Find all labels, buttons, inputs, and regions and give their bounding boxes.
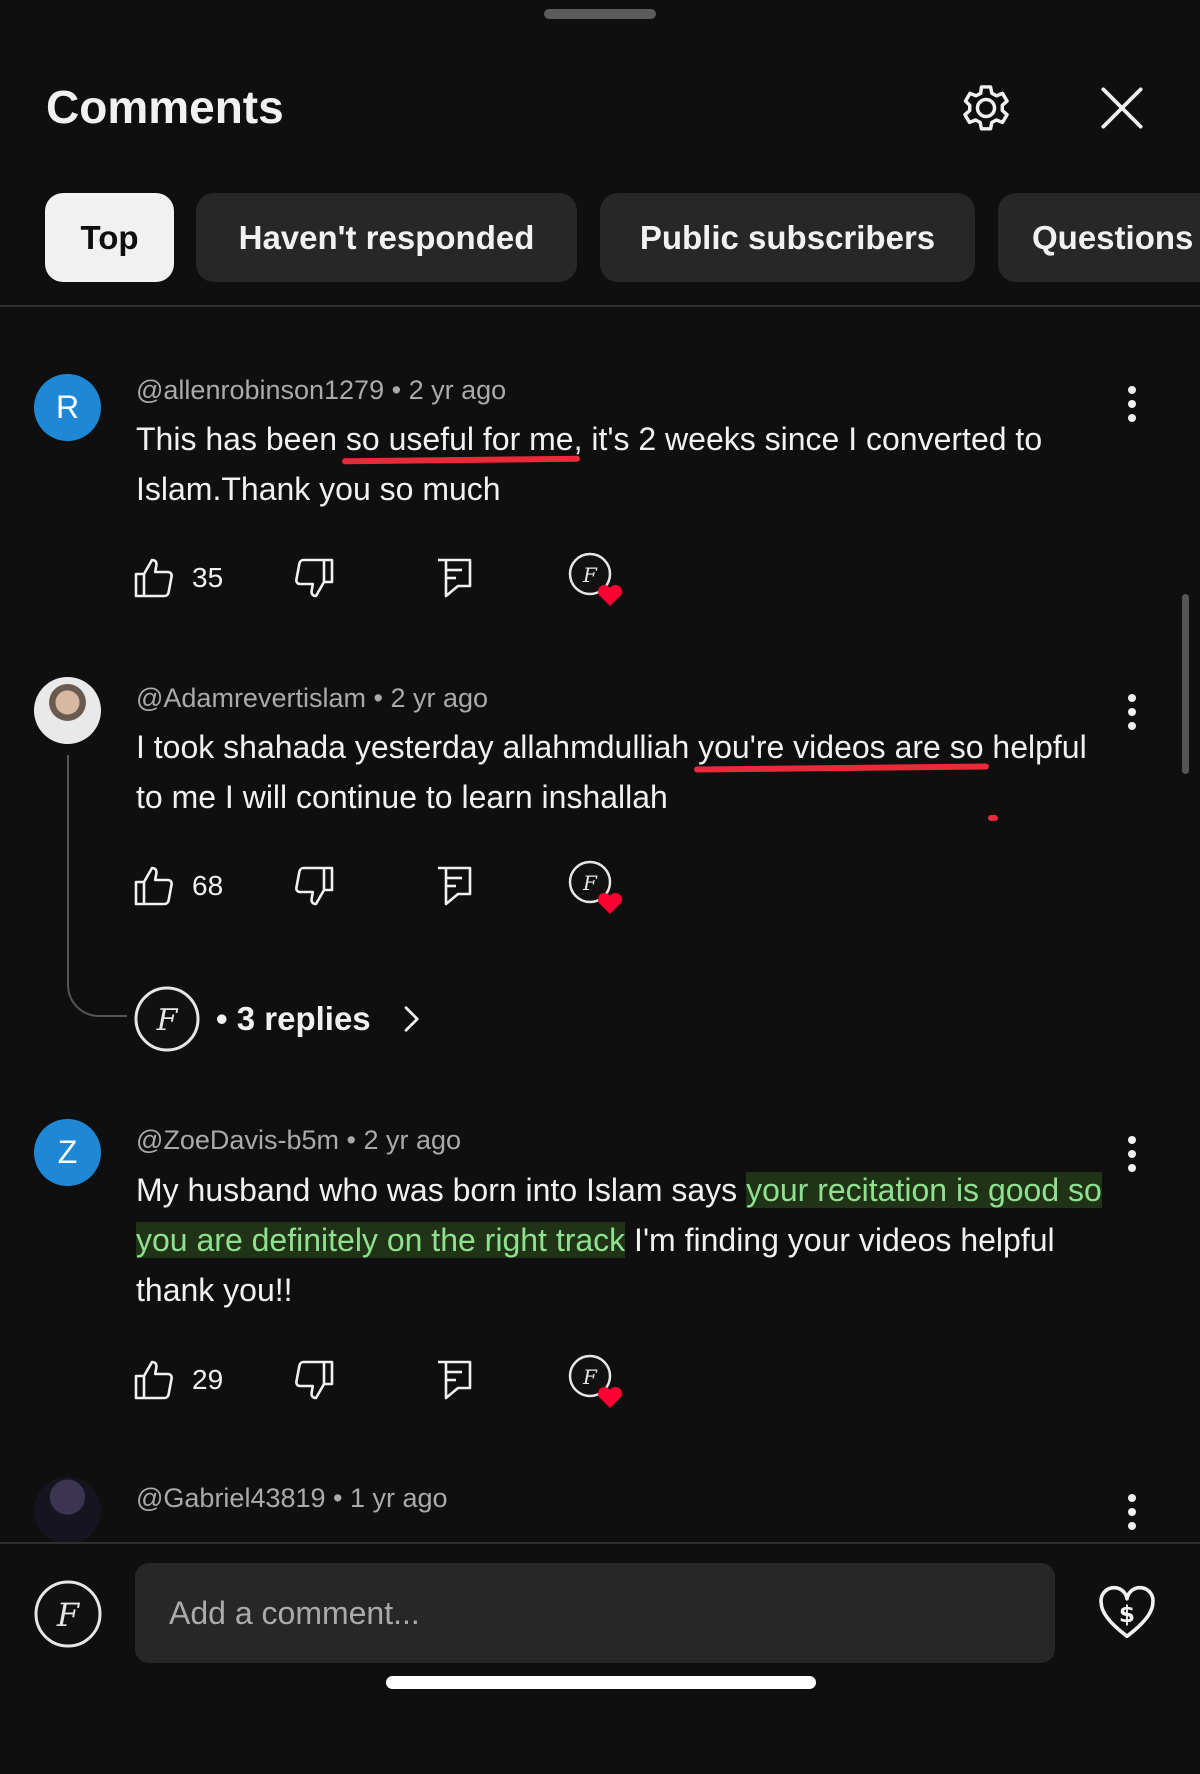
super-thanks-button[interactable]: $ [1096, 1582, 1158, 1644]
comment-actions: 68 F [130, 860, 730, 922]
creator-heart-icon: F [568, 860, 623, 914]
comment-text-part: My husband who was born into Islam says [136, 1172, 738, 1208]
comment-time: 1 yr ago [350, 1483, 448, 1513]
comment-actions: 29 F [130, 1354, 730, 1416]
avatar[interactable]: Z [34, 1119, 101, 1186]
comment-text-part: I will continue to learn inshallah [224, 779, 668, 815]
like-button[interactable] [130, 554, 178, 602]
reply-button[interactable] [430, 862, 478, 910]
comment-composer: F $ [0, 1542, 1200, 1774]
svg-text:F: F [582, 563, 598, 587]
comment-text-part: This has been [136, 421, 338, 457]
comment-author[interactable]: @allenrobinson1279 [136, 375, 384, 405]
comment-time: 2 yr ago [408, 375, 507, 405]
avatar[interactable]: R [34, 374, 101, 441]
dislike-button[interactable] [290, 554, 338, 602]
replies-count: • 3 replies [216, 1000, 371, 1037]
chip-questions[interactable]: Questions [998, 193, 1200, 282]
reply-comment-icon [438, 1360, 472, 1400]
svg-text:F: F [582, 1365, 598, 1389]
meta-separator: • [373, 683, 383, 713]
reply-thread-line [67, 755, 127, 1017]
comment-time: 2 yr ago [390, 683, 489, 713]
comment-meta: @allenrobinson1279 • 2 yr ago [136, 375, 506, 406]
replies-label: 3 replies [236, 1000, 371, 1037]
comment-text: This has been so useful for me, it's 2 w… [136, 414, 1116, 514]
reply-button[interactable] [430, 554, 478, 602]
meta-separator: • [391, 375, 402, 405]
more-vert-icon [1128, 386, 1136, 422]
filter-chips: Top Haven't responded Public subscribers… [0, 193, 1200, 283]
thumbs-up-icon [134, 866, 173, 906]
home-indicator [386, 1676, 816, 1689]
like-count: 68 [192, 870, 224, 901]
close-button[interactable] [1090, 76, 1154, 140]
creator-heart-badge: F [566, 552, 626, 608]
comment-meta: @ZoeDavis-b5m • 2 yr ago [136, 1125, 461, 1156]
comment-author[interactable]: @Adamrevertislam [136, 683, 366, 713]
more-options-button[interactable] [1112, 1128, 1152, 1180]
svg-text:F: F [582, 871, 598, 895]
meta-separator: • [346, 1125, 356, 1155]
header-divider [0, 305, 1200, 307]
like-count: 29 [192, 1364, 224, 1395]
dislike-button[interactable] [290, 1356, 338, 1404]
thumbs-down-icon [295, 558, 334, 598]
reply-comment-icon [438, 866, 472, 906]
thumbs-down-icon [295, 866, 334, 906]
heart-dollar-icon: $ [1099, 1585, 1155, 1639]
dislike-button[interactable] [290, 862, 338, 910]
comment-text: My husband who was born into Islam says … [136, 1165, 1116, 1315]
thumbs-up-icon [134, 558, 173, 598]
chevron-right-icon [404, 1006, 419, 1032]
underlined-text: so useful for me [345, 421, 574, 457]
comment-time: 2 yr ago [363, 1125, 462, 1155]
creator-heart-icon: F [568, 552, 623, 606]
comments-header: Comments [0, 60, 1200, 150]
more-options-button[interactable] [1112, 686, 1152, 738]
creator-heart-icon: F [568, 1354, 623, 1408]
comment-author[interactable]: @ZoeDavis-b5m [136, 1125, 339, 1155]
more-vert-icon [1128, 1136, 1136, 1172]
gear-icon [963, 85, 1009, 131]
avatar[interactable] [34, 1477, 101, 1544]
view-replies-button[interactable]: F • 3 replies [134, 986, 454, 1052]
scrollbar[interactable] [1182, 594, 1189, 774]
comment-text-part: I took shahada yesterday allahmdulliah [136, 729, 690, 765]
creator-heart-badge: F [566, 860, 626, 916]
like-count: 35 [192, 562, 224, 593]
thumbs-up-icon [134, 1360, 173, 1400]
svg-text:$: $ [1119, 1601, 1135, 1628]
sheet-drag-handle[interactable] [544, 9, 656, 19]
more-options-button[interactable] [1112, 1486, 1152, 1538]
user-avatar-icon[interactable]: F [34, 1580, 102, 1648]
like-button[interactable] [130, 862, 178, 910]
chip-havent-responded[interactable]: Haven't responded [196, 193, 577, 282]
comment-meta: @Gabriel43819 • 1 yr ago [136, 1483, 448, 1514]
thumbs-down-icon [295, 1360, 334, 1400]
reply-button[interactable] [430, 1356, 478, 1404]
comment-input[interactable] [135, 1563, 1055, 1663]
creator-avatar-icon: F [134, 986, 200, 1052]
avatar[interactable] [34, 677, 101, 744]
more-vert-icon [1128, 694, 1136, 730]
svg-text:F: F [156, 1003, 179, 1038]
more-options-button[interactable] [1112, 378, 1152, 430]
more-vert-icon [1128, 1494, 1136, 1530]
close-icon [1101, 87, 1143, 129]
comment-author[interactable]: @Gabriel43819 [136, 1483, 326, 1513]
page-title: Comments [46, 81, 284, 133]
comment-text: I took shahada yesterday allahmdulliah y… [136, 722, 1116, 822]
svg-text:F: F [56, 1596, 81, 1634]
meta-separator: • [333, 1483, 343, 1513]
chip-public-subscribers[interactable]: Public subscribers [600, 193, 975, 282]
comment-actions: 35 F [130, 552, 730, 614]
chip-top[interactable]: Top [45, 193, 174, 282]
like-button[interactable] [130, 1356, 178, 1404]
comment-meta: @Adamrevertislam • 2 yr ago [136, 683, 488, 714]
creator-heart-badge: F [566, 1354, 626, 1410]
underlined-text: you're videos are so [698, 729, 984, 765]
reply-comment-icon [438, 558, 472, 598]
settings-button[interactable] [954, 76, 1018, 140]
